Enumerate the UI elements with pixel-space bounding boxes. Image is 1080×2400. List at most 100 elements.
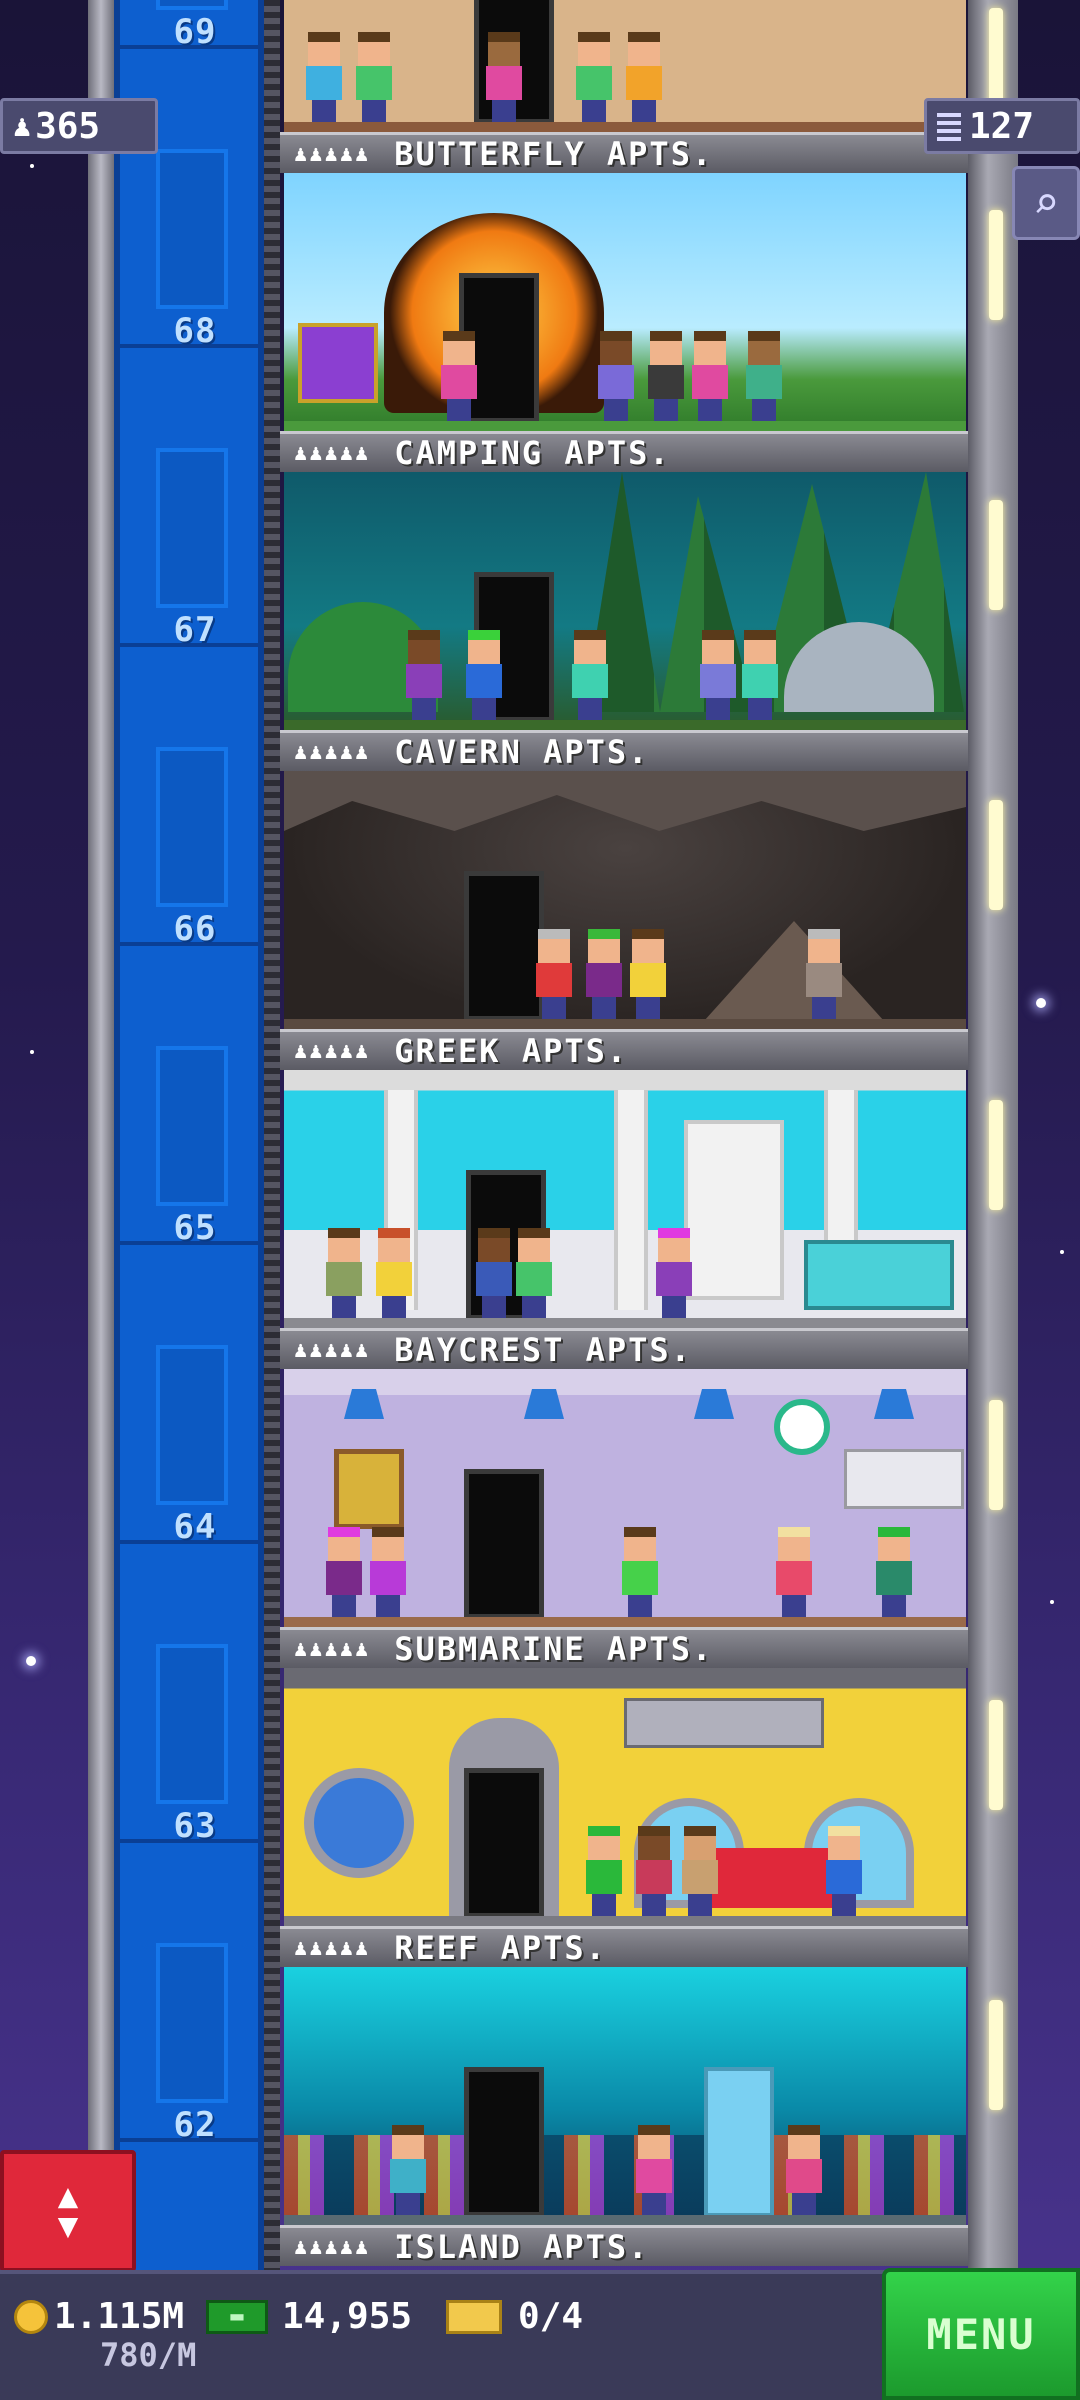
tenant[interactable] bbox=[368, 1527, 408, 1617]
population-value: 365 bbox=[35, 105, 101, 147]
tenant[interactable] bbox=[620, 1527, 660, 1617]
tenant[interactable] bbox=[624, 32, 664, 122]
floor-room bbox=[284, 1668, 966, 1926]
elevator-shaft[interactable]: 69 68 67 66 65 64 63 62 bbox=[114, 0, 270, 2270]
menu-button[interactable]: MENU bbox=[882, 2268, 1080, 2400]
tenant[interactable] bbox=[628, 929, 668, 1019]
floor-room bbox=[284, 1070, 966, 1328]
tenant[interactable] bbox=[584, 929, 624, 1019]
tenant[interactable] bbox=[874, 1527, 914, 1617]
tenant[interactable] bbox=[354, 32, 394, 122]
tenant[interactable] bbox=[824, 1826, 864, 1916]
coral-reef bbox=[284, 2135, 966, 2215]
floor-68-butterfly[interactable]: ♟♟♟♟♟ CAMPING APTS. bbox=[280, 173, 970, 472]
floor-room bbox=[284, 771, 966, 1029]
elevator-floor-cell: 62 bbox=[120, 1843, 270, 2145]
tenant[interactable] bbox=[698, 630, 738, 720]
tenant[interactable] bbox=[484, 32, 524, 122]
star bbox=[1050, 1600, 1054, 1604]
tenant[interactable] bbox=[680, 1826, 720, 1916]
elevator-floor-cell: 64 bbox=[120, 1245, 270, 1547]
tickets-display[interactable]: 0/4 bbox=[446, 2296, 583, 2337]
coin-rate: 780/M bbox=[100, 2336, 197, 2374]
floor-66-cavern[interactable]: ♟♟♟♟♟ GREEK APTS. bbox=[280, 771, 970, 1070]
tenant[interactable] bbox=[634, 2125, 674, 2215]
floor-surface bbox=[284, 421, 966, 431]
star bbox=[1036, 998, 1046, 1008]
floor-63-submarine[interactable]: ♟♟♟♟♟ REEF APTS. bbox=[280, 1668, 970, 1967]
tenant[interactable] bbox=[744, 331, 784, 421]
floor-label: ♟♟♟♟♟ CAVERN APTS. bbox=[280, 730, 970, 771]
floor-65-greek[interactable]: ♟♟♟♟♟ BAYCREST APTS. bbox=[280, 1070, 970, 1369]
tenant[interactable] bbox=[646, 331, 686, 421]
tenant[interactable] bbox=[784, 2125, 824, 2215]
ticket-icon bbox=[446, 2299, 502, 2334]
floor-surface bbox=[284, 1617, 966, 1627]
floor-surface bbox=[284, 1019, 966, 1029]
tenant[interactable] bbox=[474, 1228, 514, 1318]
tenant[interactable] bbox=[374, 1228, 414, 1318]
coins-display[interactable]: 1.115M bbox=[14, 2296, 184, 2337]
tenant[interactable] bbox=[464, 630, 504, 720]
porthole bbox=[304, 1768, 414, 1878]
population-counter[interactable]: ♟ 365 bbox=[0, 98, 158, 154]
tenant[interactable] bbox=[404, 630, 444, 720]
search-button[interactable]: ⌕ bbox=[1012, 166, 1080, 240]
tenant[interactable] bbox=[634, 1826, 674, 1916]
tenant[interactable] bbox=[570, 630, 610, 720]
bookshelf bbox=[684, 1120, 784, 1300]
tenant[interactable] bbox=[388, 2125, 428, 2215]
tenant[interactable] bbox=[439, 331, 479, 421]
rating-stars: ♟♟♟♟♟ bbox=[294, 141, 371, 167]
wall-clock bbox=[774, 1399, 830, 1455]
tower-floors: ♟♟♟♟♟ BUTTERFLY APTS. ♟♟♟♟♟ CAMPING APTS… bbox=[280, 0, 970, 2270]
floor-69[interactable]: ♟♟♟♟♟ BUTTERFLY APTS. bbox=[280, 0, 970, 173]
greek-column bbox=[614, 1090, 648, 1310]
floor-number: 62 bbox=[173, 2105, 217, 2145]
rail-light bbox=[989, 1700, 1003, 1810]
floor-label: ♟♟♟♟♟ BAYCREST APTS. bbox=[280, 1328, 970, 1369]
elevator-door bbox=[156, 0, 228, 10]
tenant[interactable] bbox=[304, 32, 344, 122]
tenant[interactable] bbox=[690, 331, 730, 421]
rating-stars: ♟♟♟♟♟ bbox=[294, 739, 371, 765]
floor-surface bbox=[284, 1916, 966, 1926]
elevator-floor-cell: 63 bbox=[120, 1544, 270, 1846]
floor-door bbox=[464, 871, 544, 1021]
tenant[interactable] bbox=[534, 929, 574, 1019]
rail-light bbox=[989, 500, 1003, 610]
person-icon: ♟ bbox=[13, 108, 32, 144]
floor-door bbox=[464, 1768, 544, 1918]
tenant[interactable] bbox=[774, 1527, 814, 1617]
floor-label: ♟♟♟♟♟ REEF APTS. bbox=[280, 1926, 970, 1967]
ceiling-lamp bbox=[344, 1389, 384, 1419]
tenant[interactable] bbox=[740, 630, 780, 720]
rail-light bbox=[989, 1400, 1003, 1510]
tenant[interactable] bbox=[574, 32, 614, 122]
bux-display[interactable]: ▬ 14,955 bbox=[206, 2296, 412, 2337]
tenant[interactable] bbox=[596, 331, 636, 421]
elevator-floor-cell: 67 bbox=[120, 348, 270, 650]
floor-62-reef[interactable]: ♟♟♟♟♟ ISLAND APTS. bbox=[280, 1967, 970, 2266]
magnifier-icon: ⌕ bbox=[1032, 177, 1060, 229]
elevator-door bbox=[156, 1644, 228, 1804]
throne-chair bbox=[298, 323, 378, 403]
tenant[interactable] bbox=[514, 1228, 554, 1318]
floor-counter[interactable]: 127 bbox=[924, 98, 1080, 154]
elevator-door bbox=[156, 1046, 228, 1206]
floor-number: 66 bbox=[173, 909, 217, 949]
tenant[interactable] bbox=[654, 1228, 694, 1318]
rating-stars: ♟♟♟♟♟ bbox=[294, 1038, 371, 1064]
floor-name: CAVERN APTS. bbox=[394, 733, 650, 771]
tenant[interactable] bbox=[804, 929, 844, 1019]
floor-room bbox=[284, 1967, 966, 2225]
elevator-button[interactable]: ▲ ▼ bbox=[0, 2150, 136, 2272]
floor-door bbox=[464, 2067, 544, 2217]
tenant[interactable] bbox=[324, 1527, 364, 1617]
tenant[interactable] bbox=[584, 1826, 624, 1916]
floor-67-camping[interactable]: ♟♟♟♟♟ CAVERN APTS. bbox=[280, 472, 970, 771]
tenant[interactable] bbox=[324, 1228, 364, 1318]
floor-64-baycrest[interactable]: ♟♟♟♟♟ SUBMARINE APTS. bbox=[280, 1369, 970, 1668]
elevator-floor-cell: 66 bbox=[120, 647, 270, 949]
floor-count-value: 127 bbox=[969, 105, 1035, 147]
